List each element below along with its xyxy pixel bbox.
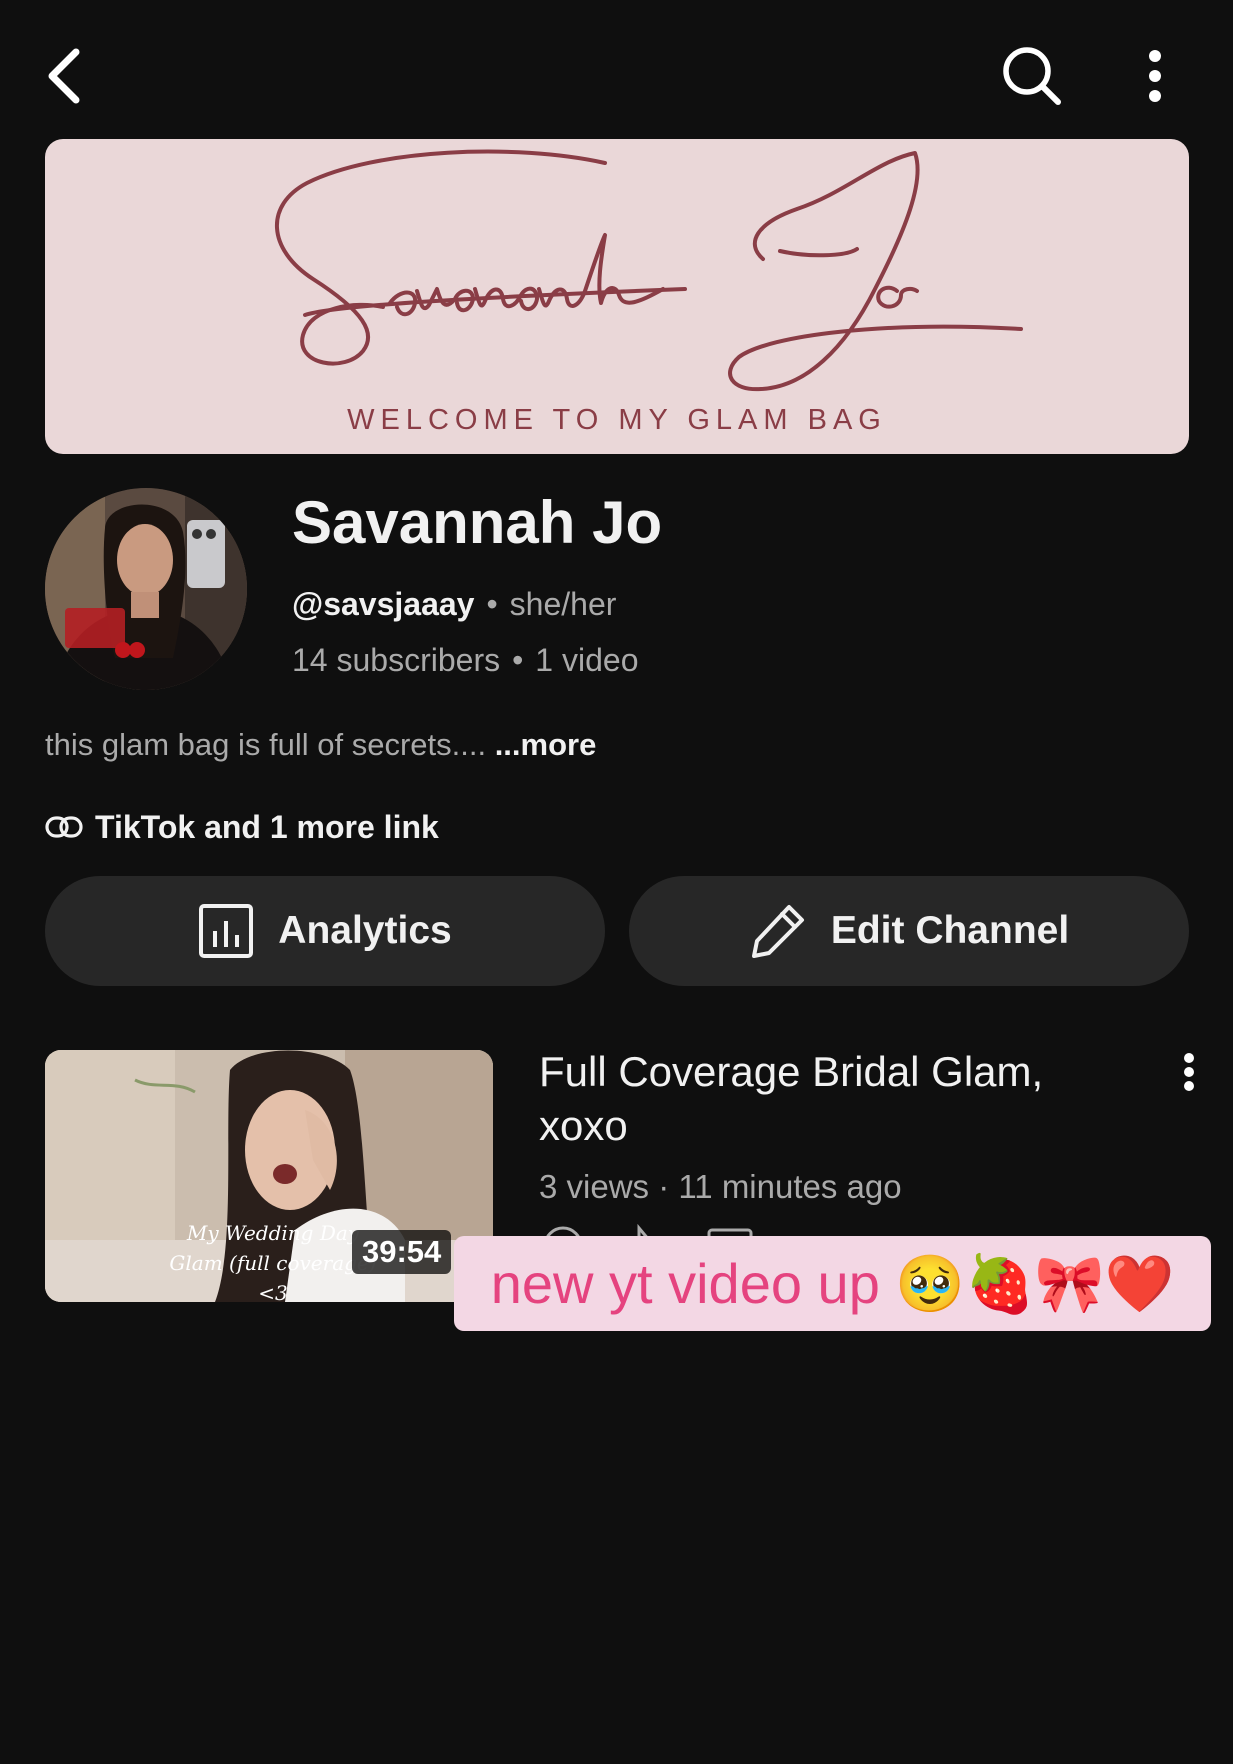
meta-separator: · xyxy=(658,1168,670,1205)
links-label: TikTok and 1 more link xyxy=(95,808,439,845)
back-button[interactable] xyxy=(38,44,90,108)
video-age: 11 minutes ago xyxy=(678,1168,902,1205)
search-button[interactable] xyxy=(996,44,1068,108)
channel-handle: @savsjaaay xyxy=(292,586,475,622)
search-icon xyxy=(1003,47,1061,105)
edit-channel-label: Edit Channel xyxy=(830,909,1070,952)
more-vertical-icon xyxy=(1149,50,1161,102)
description-text: this glam bag is full of secrets.... xyxy=(45,727,495,762)
more-vertical-icon xyxy=(1184,1053,1194,1091)
analytics-icon xyxy=(198,903,254,959)
link-icon xyxy=(45,816,83,838)
channel-banner: WELCOME TO MY GLAM BAG xyxy=(45,139,1189,454)
analytics-button[interactable]: Analytics xyxy=(45,876,605,986)
channel-links[interactable]: TikTok and 1 more link xyxy=(45,805,439,849)
thumbnail-overlay-text: My Wedding Day Glam (full coverage) <3 xyxy=(169,1221,377,1302)
channel-pronouns: she/her xyxy=(509,586,617,622)
channel-screen: WELCOME TO MY GLAM BAG Savannah Jo @savs… xyxy=(0,0,1233,1764)
subscriber-count: 14 subscribers xyxy=(292,642,501,678)
pencil-icon xyxy=(749,902,807,960)
channel-handle-row: @savsjaaay • she/her xyxy=(292,586,616,623)
video-more-button[interactable] xyxy=(1170,1052,1208,1096)
separator-dot: • xyxy=(512,642,524,678)
description-more-link[interactable]: ...more xyxy=(495,727,597,762)
chevron-left-icon xyxy=(48,48,80,104)
top-bar xyxy=(0,0,1233,140)
video-count: 1 video xyxy=(535,642,639,678)
separator-dot: • xyxy=(486,586,498,622)
channel-avatar[interactable] xyxy=(45,488,247,690)
avatar-photo xyxy=(45,488,247,690)
channel-name: Savannah Jo xyxy=(292,489,663,556)
video-views: 3 views xyxy=(539,1168,650,1205)
channel-description[interactable]: this glam bag is full of secrets.... ...… xyxy=(45,727,596,763)
analytics-label: Analytics xyxy=(278,909,452,952)
edit-channel-button[interactable]: Edit Channel xyxy=(629,876,1189,986)
caption-overlay: new yt video up 🥹🍓🎀❤️ xyxy=(454,1236,1211,1331)
video-title[interactable]: Full Coverage Bridal Glam, xoxo xyxy=(539,1045,1099,1153)
more-options-button[interactable] xyxy=(1130,44,1180,108)
video-duration-badge: 39:54 xyxy=(352,1230,452,1274)
channel-stats-row: 14 subscribers • 1 video xyxy=(292,642,638,679)
banner-tagline: WELCOME TO MY GLAM BAG xyxy=(347,404,887,436)
video-meta: 3 views · 11 minutes ago xyxy=(539,1168,902,1206)
